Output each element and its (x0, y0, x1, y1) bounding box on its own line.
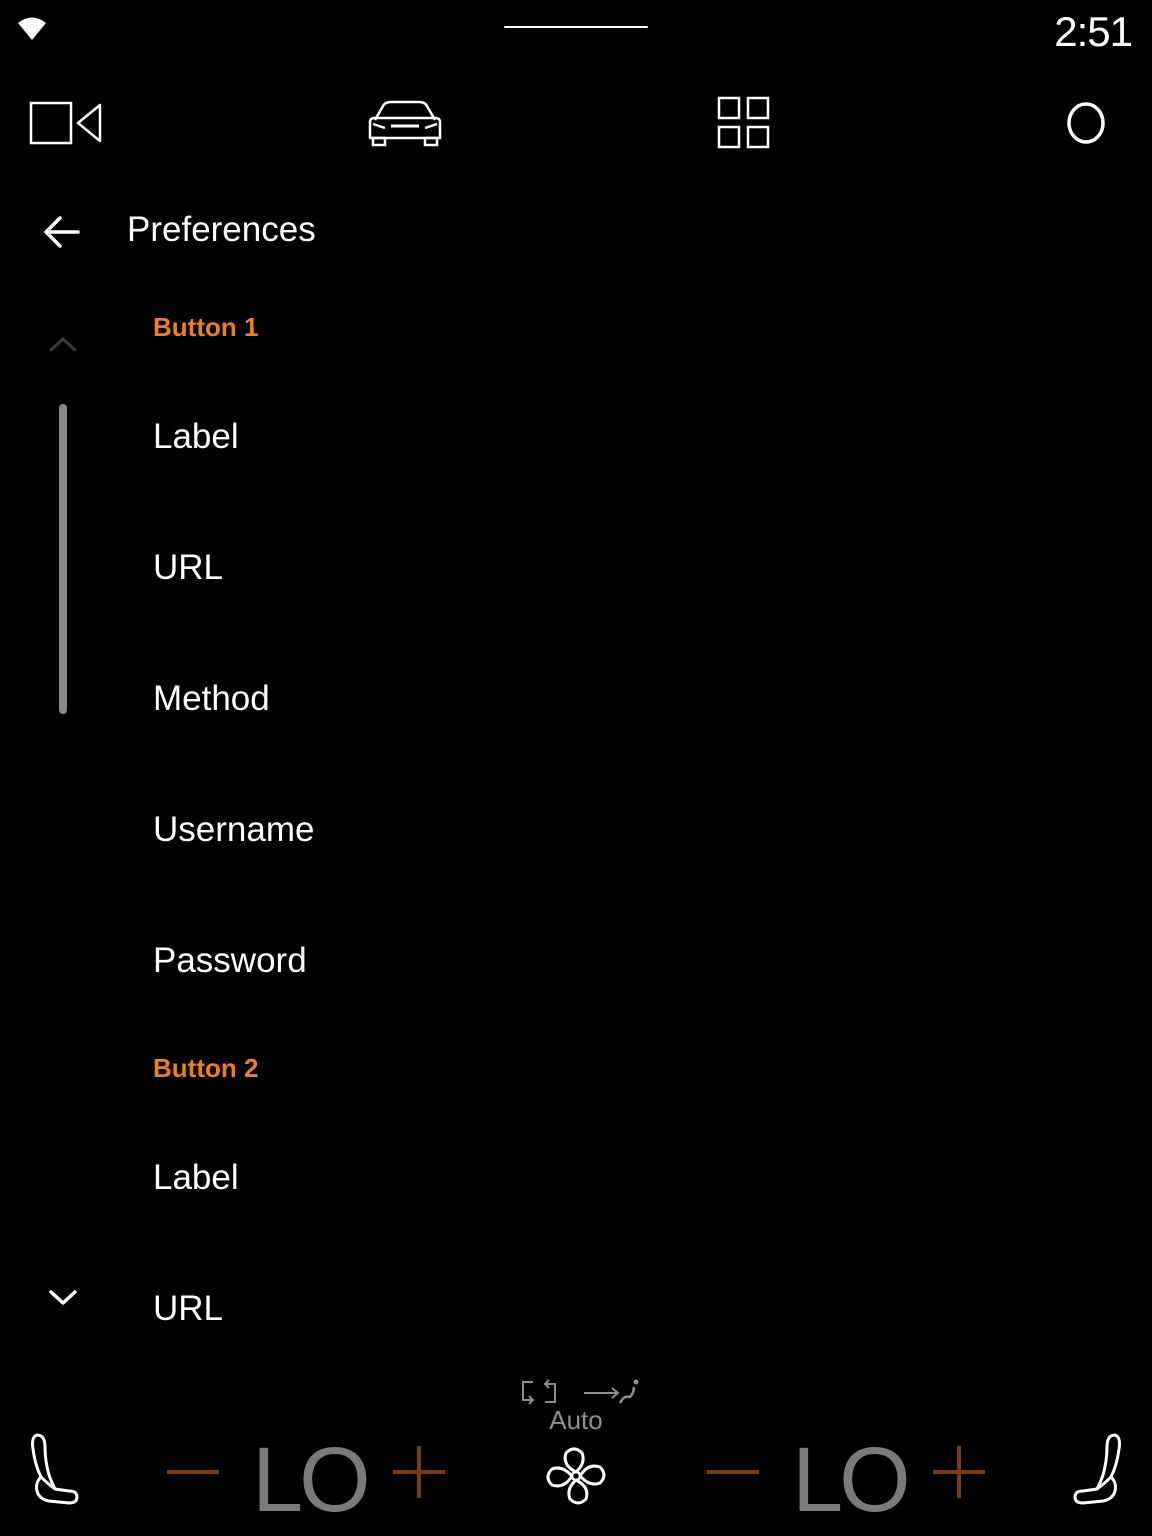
nav-home-button[interactable] (1026, 78, 1146, 168)
seat-right-icon (1073, 1433, 1121, 1505)
plus-icon (393, 1446, 445, 1498)
minus-icon (167, 1470, 219, 1474)
wifi-icon (18, 17, 46, 40)
pref-item-button1-method[interactable]: Method (130, 643, 1090, 755)
recirculation-icon (522, 1379, 556, 1405)
pref-item-button1-username[interactable]: Username (130, 774, 1090, 886)
preference-list: Button 1 Label URL Method Username Passw… (0, 296, 1152, 1360)
status-clock: 2:51 (1054, 8, 1133, 55)
left-temp-increase-button[interactable] (388, 1436, 450, 1508)
right-seat-heat-button[interactable] (1064, 1428, 1134, 1512)
home-circle-icon (1067, 102, 1105, 144)
pref-item-label: Label (153, 1158, 239, 1197)
fan-icon (546, 1447, 606, 1505)
pref-item-button1-label[interactable]: Label (130, 381, 1090, 493)
pref-item-label: Method (153, 679, 270, 718)
right-temp-increase-button[interactable] (928, 1436, 990, 1508)
arrow-left-icon (44, 216, 80, 248)
pref-item-label: URL (153, 1289, 224, 1328)
section-header-button-2: Button 2 (153, 1053, 259, 1083)
nav-apps-button[interactable] (684, 78, 804, 168)
plus-icon (933, 1446, 985, 1498)
right-temp-decrease-button[interactable] (702, 1436, 764, 1508)
pref-item-button1-url[interactable]: URL (130, 512, 1090, 624)
climate-bar: LO Auto LO (0, 1370, 1152, 1536)
pref-item-button1-password[interactable]: Password (130, 905, 1090, 1017)
right-temperature: LO (792, 1429, 911, 1531)
car-icon (368, 100, 442, 147)
app-grid-icon (717, 96, 770, 149)
status-bar: 2:51 (0, 0, 1152, 64)
pref-item-label: URL (153, 548, 224, 587)
fan-button[interactable] (536, 1440, 616, 1512)
minus-icon (707, 1470, 759, 1474)
top-navigation (0, 78, 1152, 168)
pref-item-button2-label[interactable]: Label (130, 1122, 1090, 1234)
pref-item-button2-url[interactable]: URL (130, 1253, 1090, 1365)
notification-handle[interactable] (504, 26, 648, 28)
left-seat-heat-button[interactable] (18, 1428, 88, 1512)
page-header: Preferences (0, 196, 1152, 268)
left-temp-decrease-button[interactable] (162, 1436, 224, 1508)
section-header-button-1: Button 1 (153, 312, 259, 342)
airflow-icon (584, 1379, 639, 1404)
pref-item-label: Label (153, 417, 239, 456)
page-title: Preferences (127, 210, 316, 249)
app-screen: 2:51 Preferences Button 1 Label URL Meth… (0, 0, 1152, 1536)
video-camera-icon (29, 101, 102, 145)
back-button[interactable] (26, 196, 98, 268)
pref-item-label: Username (153, 810, 315, 849)
seat-left-icon (31, 1433, 79, 1505)
pref-item-label: Password (153, 941, 307, 980)
nav-car-button[interactable] (345, 78, 465, 168)
nav-camera-button[interactable] (6, 78, 126, 168)
fan-mode-label: Auto (549, 1405, 603, 1435)
left-temperature: LO (252, 1429, 371, 1531)
